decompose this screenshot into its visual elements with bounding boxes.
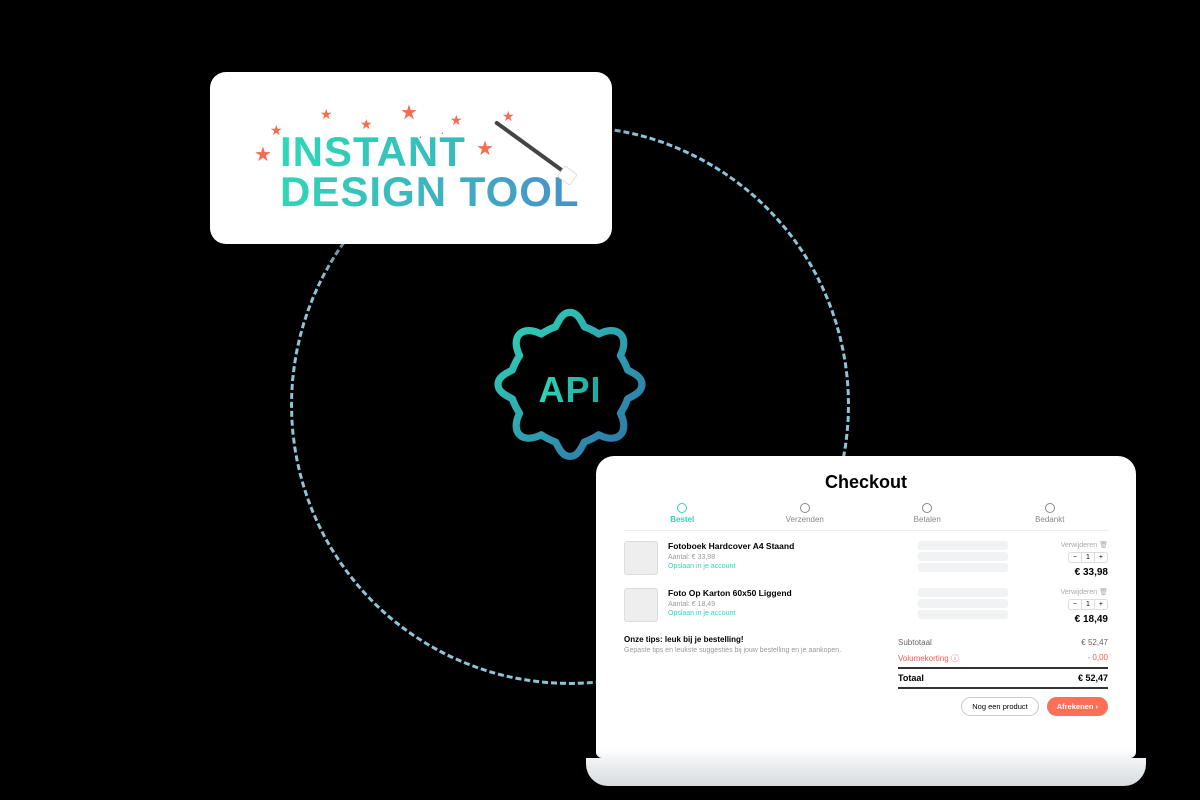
step-verzenden[interactable]: Verzenden: [747, 503, 864, 524]
checkout-steps: Bestel Verzenden Betalen Bedankt: [624, 503, 1108, 531]
checkout-title: Checkout: [624, 472, 1108, 493]
item-name: Foto Op Karton 60x50 Liggend: [668, 588, 908, 598]
totals: Subtotaal€ 52,47 Volumekorting ⓘ- 0,00 T…: [898, 635, 1108, 716]
pay-button[interactable]: Afrekenen ›: [1047, 697, 1108, 716]
instant-design-tool-card: ★ ★ ★ ★ ★ ★ ★ ★ · · INSTANT DESIGN TOOL: [210, 72, 612, 244]
logo-text: INSTANT DESIGN TOOL: [280, 132, 580, 212]
item-thumb: [624, 588, 658, 622]
qty-stepper[interactable]: −1+: [1068, 599, 1108, 610]
item-thumb: [624, 541, 658, 575]
diagram-canvas: ★ ★ ★ ★ ★ ★ ★ ★ · · INSTANT DESIGN TOOL …: [0, 0, 1200, 800]
api-label: API: [538, 369, 601, 411]
cart-item: Fotoboek Hardcover A4 Staand Aantal: € 3…: [624, 541, 1108, 578]
delete-item[interactable]: Verwijderen 🗑: [1018, 541, 1108, 549]
laptop-base: [586, 758, 1146, 786]
trash-icon: 🗑: [1099, 542, 1108, 549]
delete-item[interactable]: Verwijderen 🗑: [1018, 588, 1108, 596]
api-gear: API: [480, 300, 660, 480]
trash-icon: 🗑: [1099, 589, 1108, 596]
cart-item: Foto Op Karton 60x50 Liggend Aantal: € 1…: [624, 588, 1108, 625]
checkout-screen: Checkout Bestel Verzenden Betalen Bedank…: [596, 456, 1136, 758]
step-betalen[interactable]: Betalen: [869, 503, 986, 524]
continue-button[interactable]: Nog een product: [961, 697, 1038, 716]
logo-line-2: DESIGN TOOL: [280, 172, 580, 212]
item-price: € 18,49: [1018, 614, 1108, 625]
item-name: Fotoboek Hardcover A4 Staand: [668, 541, 908, 551]
step-bestel[interactable]: Bestel: [624, 503, 741, 524]
info-icon: ⓘ: [951, 654, 959, 663]
step-bedankt[interactable]: Bedankt: [992, 503, 1109, 524]
checkout-laptop: Checkout Bestel Verzenden Betalen Bedank…: [586, 456, 1146, 786]
qty-stepper[interactable]: −1+: [1068, 552, 1108, 563]
item-price: € 33,98: [1018, 567, 1108, 578]
tips-box: Onze tips: leuk bij je bestelling! Gepas…: [624, 635, 868, 655]
